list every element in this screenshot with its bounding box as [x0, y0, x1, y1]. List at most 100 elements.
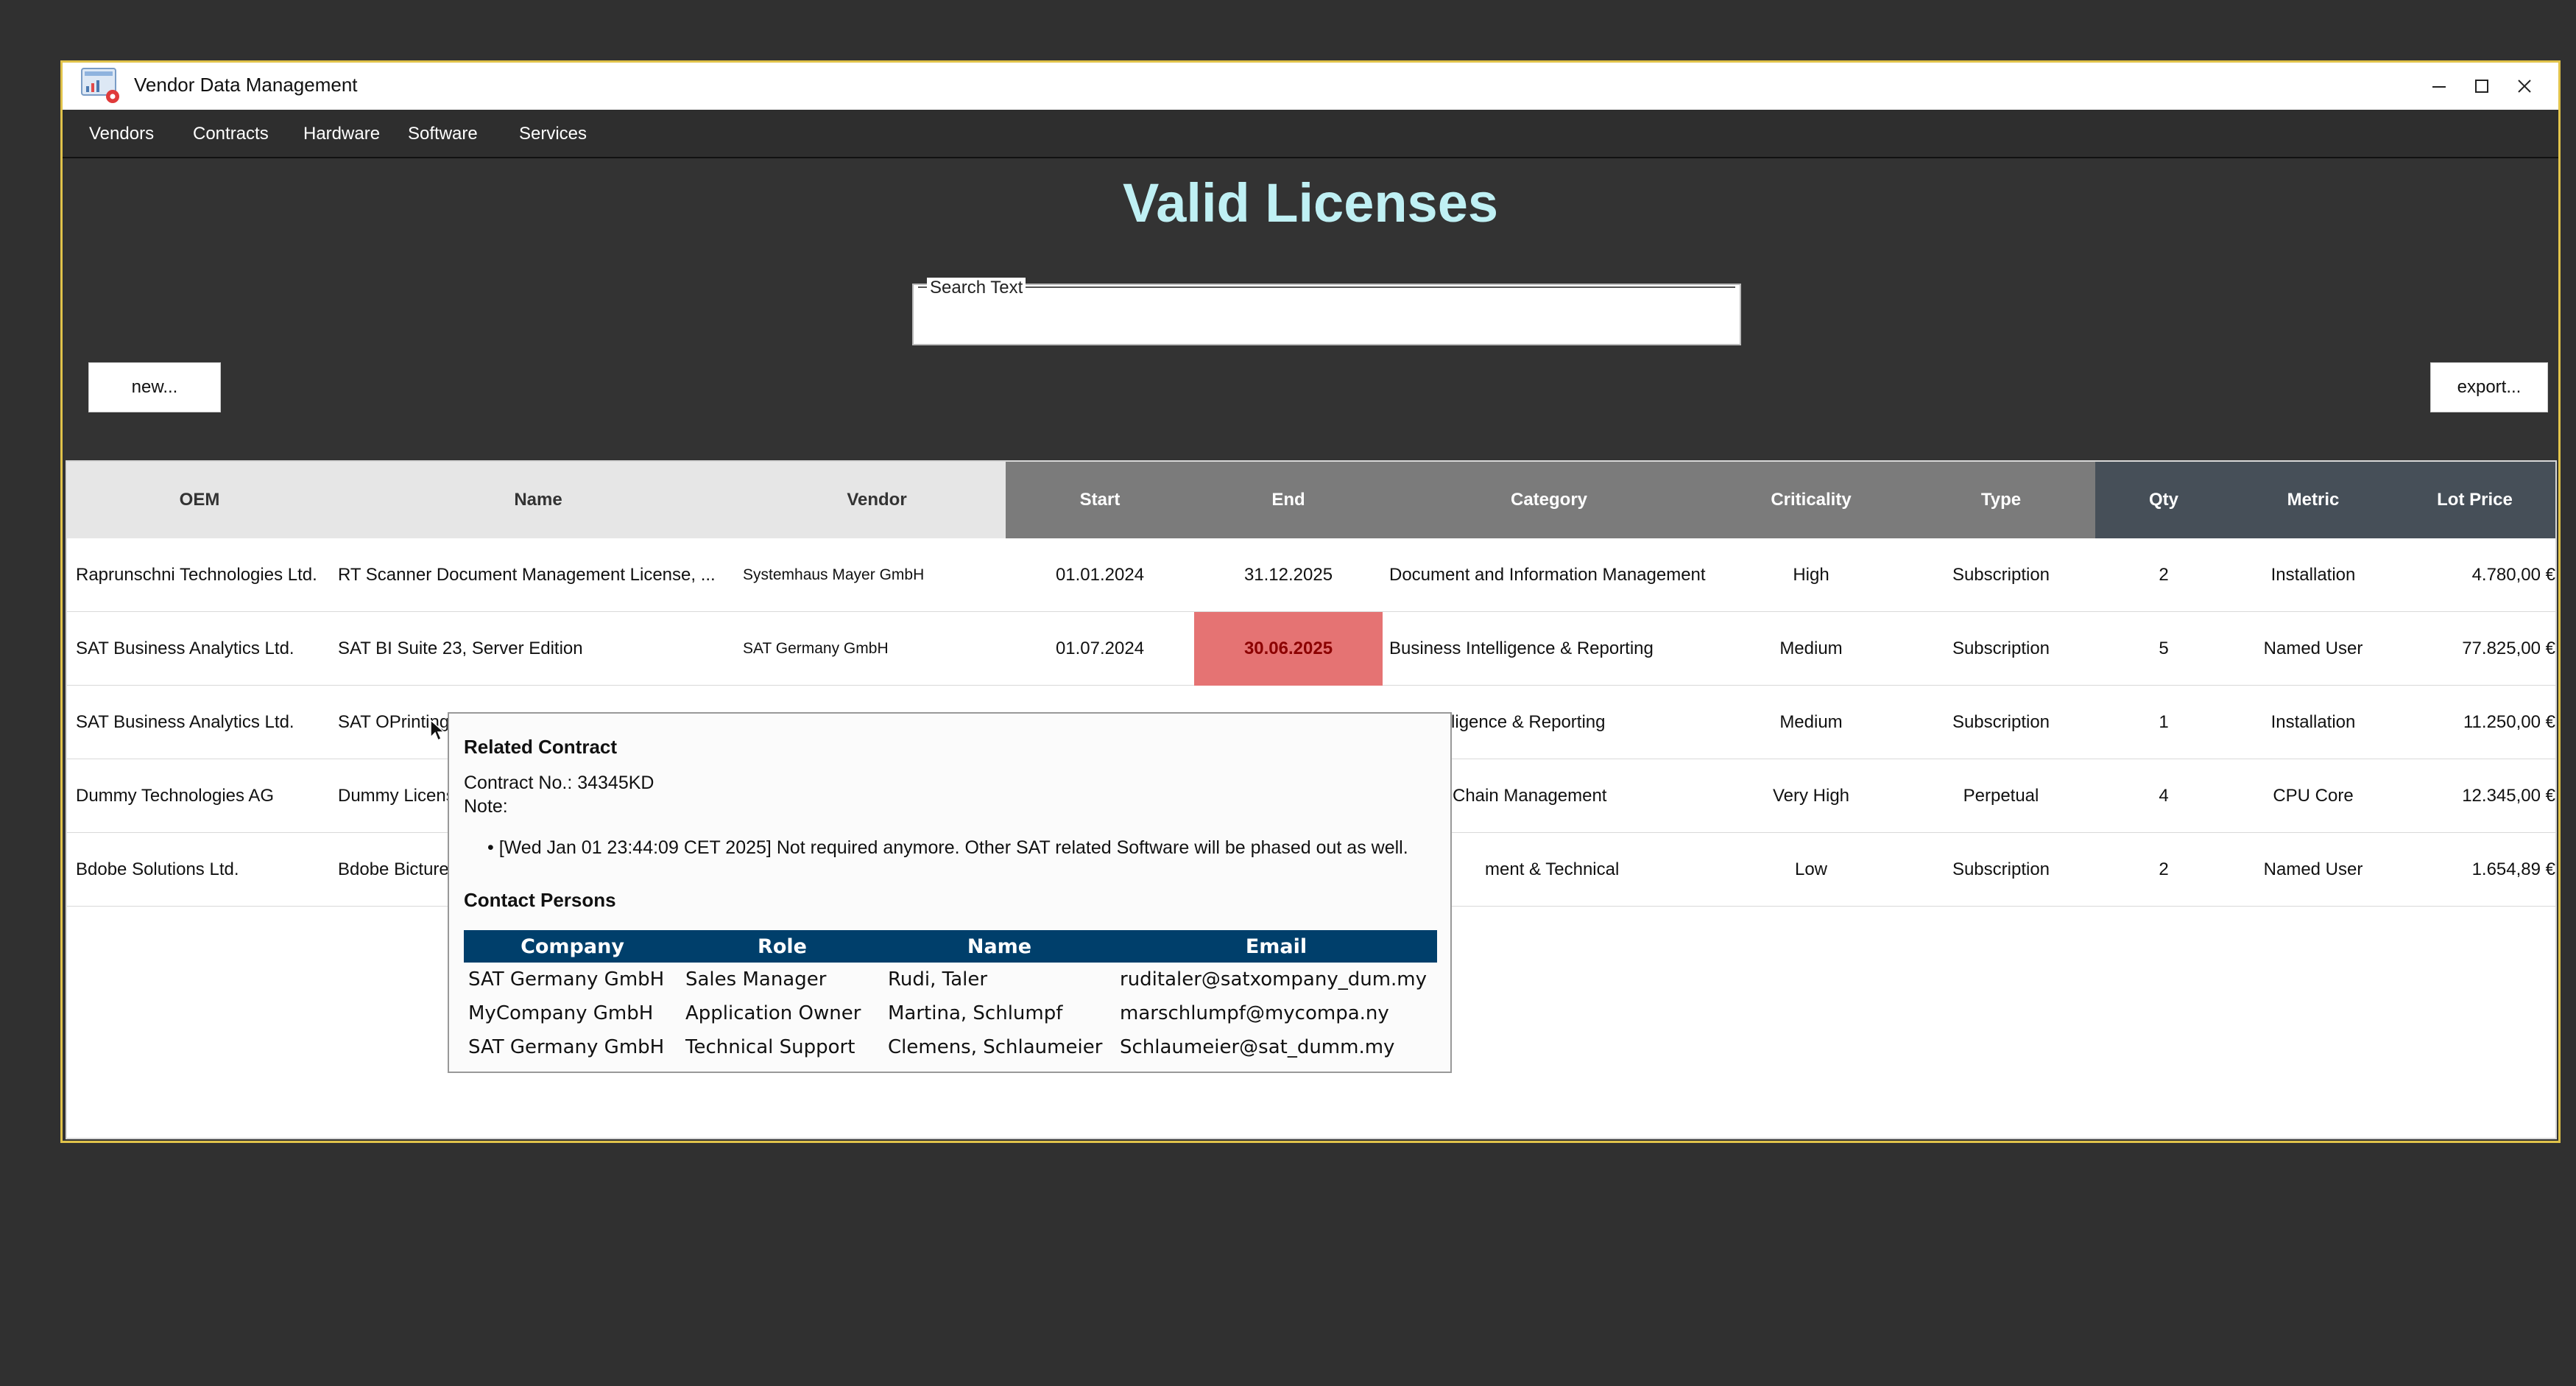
- menu-vendors[interactable]: Vendors: [89, 124, 154, 144]
- menu-services[interactable]: Services: [519, 124, 587, 144]
- cell-qty: 4: [2159, 786, 2169, 806]
- export-button[interactable]: export...: [2430, 362, 2548, 412]
- contact-email: marschlumpf@mycompa.ny: [1120, 1002, 1389, 1024]
- contact-role: Technical Support: [685, 1036, 855, 1058]
- contact-header-name: Name: [883, 930, 1115, 963]
- bullet-icon: •: [487, 837, 499, 858]
- contact-header-role: Role: [681, 930, 883, 963]
- cell-qty: 2: [2159, 859, 2169, 879]
- contact-row: MyCompany GmbH Application Owner Martina…: [464, 996, 1437, 1030]
- contact-name: Clemens, Schlaumeier: [888, 1036, 1103, 1058]
- cell-metric: Named User: [2263, 639, 2363, 658]
- cell-qty: 1: [2159, 712, 2169, 732]
- cell-oem: Dummy Technologies AG: [76, 786, 275, 806]
- contact-company: SAT Germany GmbH: [468, 968, 665, 991]
- cell-type: Subscription: [1952, 712, 2050, 732]
- header-qty[interactable]: Qty: [2095, 462, 2232, 538]
- menu-hardware[interactable]: Hardware: [303, 124, 380, 144]
- contacts-heading: Contact Persons: [464, 889, 616, 911]
- header-name[interactable]: Name: [332, 462, 744, 538]
- cell-lot-price: 77.825,00 €: [2462, 639, 2555, 658]
- contact-name: Rudi, Taler: [888, 968, 988, 991]
- table-row[interactable]: SAT Business Analytics Ltd. SAT BI Suite…: [67, 612, 2555, 686]
- cell-criticality: Low: [1794, 859, 1828, 879]
- minimize-icon: [2432, 86, 2446, 88]
- close-icon: [2518, 80, 2531, 93]
- contact-email: Schlaumeier@sat_dumm.my: [1120, 1036, 1395, 1058]
- cell-type: Subscription: [1952, 639, 2050, 658]
- window-title: Vendor Data Management: [134, 74, 358, 96]
- cell-name: RT Scanner Document Management License, …: [338, 565, 716, 585]
- cell-oem: SAT Business Analytics Ltd.: [76, 712, 294, 732]
- search-legend: Search Text: [918, 278, 1735, 298]
- table-header: OEM Name Vendor Start End Category Criti…: [67, 462, 2555, 538]
- header-vendor[interactable]: Vendor: [744, 462, 1009, 538]
- cell-criticality: High: [1793, 565, 1829, 585]
- cell-metric: Installation: [2270, 565, 2356, 585]
- cell-category: Document and Information Management: [1389, 565, 1706, 585]
- related-contract-tooltip: Related Contract Contract No.: 34345KD N…: [448, 712, 1452, 1073]
- header-oem[interactable]: OEM: [67, 462, 332, 538]
- contact-email: ruditaler@satxompany_dum.my: [1120, 968, 1428, 991]
- cell-category: Business Intelligence & Reporting: [1389, 639, 1654, 658]
- cell-type: Subscription: [1952, 565, 2050, 585]
- cell-criticality: Very High: [1772, 786, 1850, 806]
- header-end[interactable]: End: [1194, 462, 1383, 538]
- cell-type: Subscription: [1952, 859, 2050, 879]
- cell-lot-price: 12.345,00 €: [2462, 786, 2555, 806]
- close-button[interactable]: [2508, 70, 2541, 102]
- contact-company: MyCompany GmbH: [468, 1002, 654, 1024]
- menu-software[interactable]: Software: [408, 124, 478, 144]
- header-criticality[interactable]: Criticality: [1715, 462, 1907, 538]
- cell-criticality: Medium: [1779, 712, 1843, 732]
- header-start[interactable]: Start: [1006, 462, 1194, 538]
- cell-vendor: SAT Germany GmbH: [743, 640, 889, 657]
- search-box: Search Text: [912, 278, 1741, 345]
- contact-header-company: Company: [464, 930, 681, 963]
- cell-lot-price: 4.780,00 €: [2471, 565, 2555, 585]
- cell-end-expiring: 30.06.2025: [1194, 612, 1383, 686]
- cell-name: SAT BI Suite 23, Server Edition: [338, 639, 583, 658]
- cell-type: Perpetual: [1963, 786, 2039, 806]
- contact-row: SAT Germany GmbH Sales Manager Rudi, Tal…: [464, 963, 1437, 996]
- table-row[interactable]: Raprunschni Technologies Ltd. RT Scanner…: [67, 538, 2555, 612]
- minimize-button[interactable]: [2423, 70, 2455, 102]
- cell-vendor: Systemhaus Mayer GmbH: [743, 566, 925, 583]
- cell-metric: Installation: [2270, 712, 2356, 732]
- menu-contracts[interactable]: Contracts: [193, 124, 269, 144]
- cell-category: ment & Technical: [1485, 859, 1620, 879]
- header-lot-price[interactable]: Lot Price: [2394, 462, 2555, 538]
- contact-name: Martina, Schlumpf: [888, 1002, 1063, 1024]
- search-input[interactable]: [921, 307, 1732, 338]
- header-type[interactable]: Type: [1907, 462, 2095, 538]
- cell-category: Chain Management: [1453, 786, 1607, 806]
- app-logo-icon: [81, 68, 119, 103]
- cell-oem: Raprunschni Technologies Ltd.: [76, 565, 317, 585]
- header-category[interactable]: Category: [1383, 462, 1715, 538]
- header-metric[interactable]: Metric: [2232, 462, 2394, 538]
- cell-metric: Named User: [2263, 859, 2363, 879]
- cell-oem: Bdobe Solutions Ltd.: [76, 859, 239, 879]
- maximize-icon: [2475, 80, 2488, 93]
- note-text: [Wed Jan 01 23:44:09 CET 2025] Not requi…: [498, 837, 1408, 858]
- contacts-table: Company Role Name Email SAT Germany GmbH…: [464, 930, 1437, 1064]
- cell-lot-price: 1.654,89 €: [2471, 859, 2555, 879]
- search-label: Search Text: [927, 278, 1026, 298]
- cell-criticality: Medium: [1779, 639, 1843, 658]
- maximize-button[interactable]: [2466, 70, 2498, 102]
- contact-role: Sales Manager: [685, 968, 827, 991]
- mouse-pointer-icon: [430, 720, 445, 742]
- cell-qty: 2: [2159, 565, 2169, 585]
- cell-start: 01.07.2024: [1055, 639, 1145, 658]
- contact-company: SAT Germany GmbH: [468, 1036, 665, 1058]
- contacts-header-row: Company Role Name Email: [464, 930, 1437, 963]
- contact-role: Application Owner: [685, 1002, 861, 1024]
- cell-end: 31.12.2025: [1243, 565, 1333, 585]
- note-item: • [Wed Jan 01 23:44:09 CET 2025] Not req…: [487, 837, 1408, 859]
- cell-start: 01.01.2024: [1055, 565, 1145, 585]
- new-button[interactable]: new...: [88, 362, 221, 412]
- contract-number: Contract No.: 34345KD: [464, 773, 654, 793]
- contact-row: SAT Germany GmbH Technical Support Cleme…: [464, 1030, 1437, 1064]
- tooltip-heading: Related Contract: [464, 736, 618, 758]
- cell-qty: 5: [2159, 639, 2169, 658]
